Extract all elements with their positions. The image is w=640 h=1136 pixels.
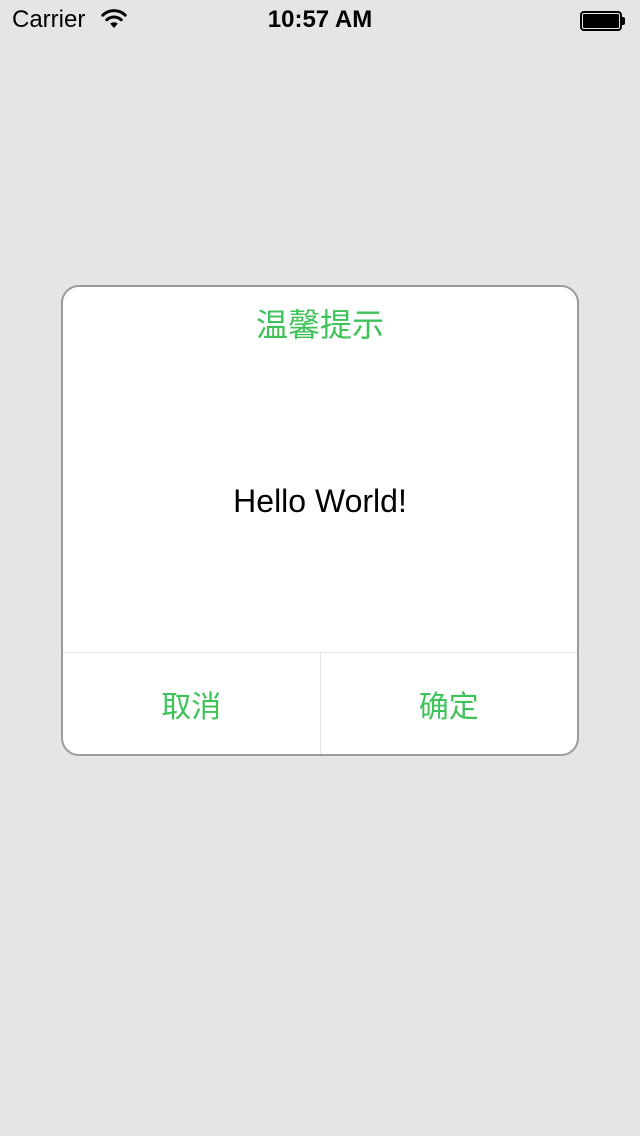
dialog-message: Hello World! (233, 483, 407, 519)
status-bar: Carrier 10:57 AM (0, 0, 640, 40)
dialog-title: 温馨提示 (255, 307, 384, 343)
battery-icon (580, 11, 626, 31)
cancel-button[interactable]: 取消 (63, 653, 321, 754)
dialog-actions: 取消 确定 (63, 652, 578, 754)
alert-dialog: 温馨提示 Hello World! 取消 确定 (61, 285, 579, 756)
status-time: 10:57 AM (267, 6, 373, 33)
confirm-button[interactable]: 确定 (321, 653, 578, 754)
